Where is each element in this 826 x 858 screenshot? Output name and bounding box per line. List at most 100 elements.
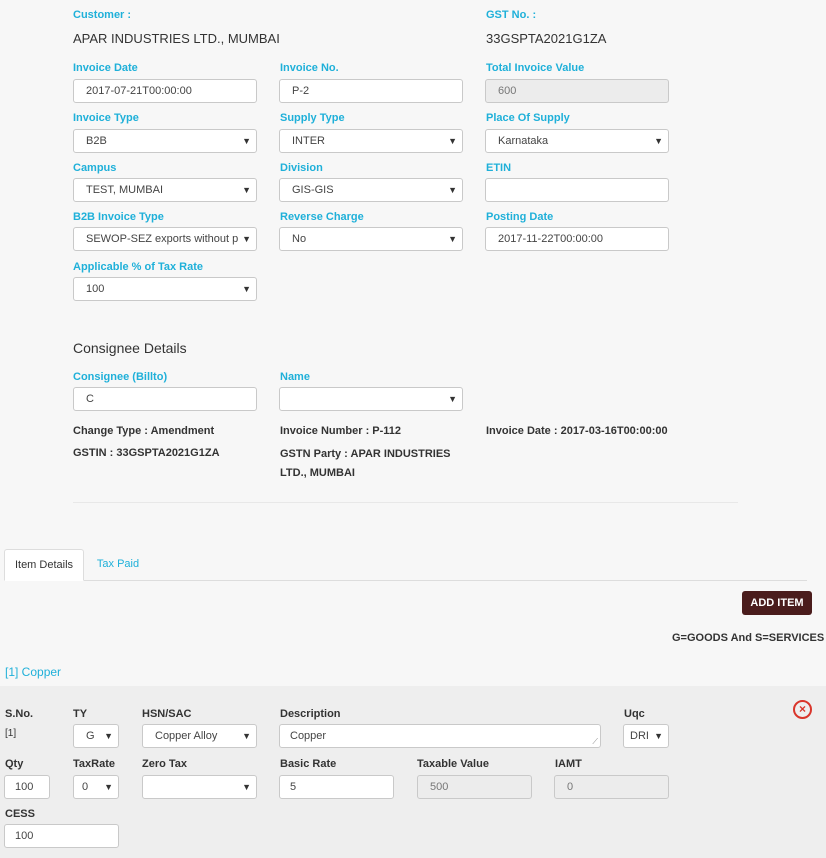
tab-item-details[interactable]: Item Details [4,549,84,581]
hsn-label: HSN/SAC [142,708,192,720]
gst-label: GST No. : [486,9,537,21]
tax-rate-pct-value: 100 [86,283,105,295]
total-invoice-value-input: 600 [485,79,669,103]
caret-down-icon: ▼ [448,394,457,404]
caret-down-icon: ▼ [242,731,251,741]
description-label: Description [280,708,341,720]
gstin-text: GSTIN : 33GSPTA2021G1ZA [73,447,220,459]
cess-label: CESS [5,808,35,820]
division-label: Division [280,162,323,174]
caret-down-icon: ▼ [242,782,251,792]
place-of-supply-value: Karnataka [498,135,549,147]
supply-type-select[interactable]: INTER ▼ [279,129,463,153]
ty-select[interactable]: G ▼ [73,724,119,748]
section-divider [73,502,738,503]
ty-value: G [86,730,95,742]
b2b-invoice-type-label: B2B Invoice Type [73,211,164,223]
remove-item-icon[interactable]: × [793,700,812,719]
caret-down-icon: ▼ [654,136,663,146]
description-textarea[interactable]: Copper ⟋ [279,724,601,748]
division-select[interactable]: GIS-GIS ▼ [279,178,463,202]
taxrate-label: TaxRate [73,758,115,770]
zerotax-label: Zero Tax [142,758,188,770]
taxable-value-input: 500 [417,775,532,799]
campus-value: TEST, MUMBAI [86,184,164,196]
invoice-no-input[interactable]: P-2 [279,79,463,103]
sno-value: [1] [5,728,17,739]
invoice-date-label: Invoice Date [73,62,138,74]
add-item-button[interactable]: ADD ITEM [742,591,812,615]
tax-rate-pct-select[interactable]: 100 ▼ [73,277,257,301]
qty-input[interactable]: 100 [4,775,50,799]
iamt-input: 0 [554,775,669,799]
campus-select[interactable]: TEST, MUMBAI ▼ [73,178,257,202]
item-title[interactable]: [1] Copper [5,665,61,679]
total-invoice-value-label: Total Invoice Value [486,62,585,74]
cess-input[interactable]: 100 [4,824,119,848]
resize-grip-icon[interactable]: ⟋ [592,738,598,746]
ty-label: TY [73,708,88,720]
hsn-value: Copper Alloy [155,730,218,742]
consignee-name-label: Name [280,371,310,383]
gst-value: 33GSPTA2021G1ZA [486,31,607,46]
sno-label: S.No. [5,708,34,720]
invoice-type-label: Invoice Type [73,112,139,124]
supply-type-label: Supply Type [280,112,345,124]
campus-label: Campus [73,162,117,174]
consignee-billto-input[interactable]: C [73,387,257,411]
caret-down-icon: ▼ [242,136,251,146]
goods-services-legend: G=GOODS And S=SERVICES [672,632,825,644]
caret-down-icon: ▼ [242,234,251,244]
invoice-type-select[interactable]: B2B ▼ [73,129,257,153]
change-type-text: Change Type : Amendment [73,425,215,437]
reverse-charge-value: No [292,233,307,245]
hsn-select[interactable]: Copper Alloy ▼ [142,724,257,748]
consignee-billto-label: Consignee (Billto) [73,371,168,383]
gstn-party-text-line1: GSTN Party : APAR INDUSTRIES [280,448,451,460]
description-value: Copper [290,730,327,742]
customer-label: Customer : [73,9,132,21]
caret-down-icon: ▼ [448,234,457,244]
uqc-label: Uqc [624,708,645,720]
consignee-title: Consignee Details [73,340,187,356]
caret-down-icon: ▼ [242,185,251,195]
caret-down-icon: ▼ [104,731,113,741]
invoice-type-value: B2B [86,135,107,147]
place-of-supply-label: Place Of Supply [486,112,570,124]
consignee-invoice-date-text: Invoice Date : 2017-03-16T00:00:00 [486,425,668,437]
invoice-no-label: Invoice No. [280,62,339,74]
invoice-number-text: Invoice Number : P-112 [280,425,402,437]
qty-label: Qty [5,758,24,770]
item-panel [0,686,826,858]
caret-down-icon: ▼ [448,185,457,195]
iamt-label: IAMT [555,758,582,770]
etin-label: ETIN [486,162,512,174]
taxrate-select[interactable]: 0 ▼ [73,775,119,799]
consignee-name-select[interactable]: ▼ [279,387,463,411]
b2b-invoice-type-value: SEWOP-SEZ exports without p [86,233,239,245]
etin-input[interactable] [485,178,669,202]
b2b-invoice-type-select[interactable]: SEWOP-SEZ exports without p ▼ [73,227,257,251]
tax-rate-pct-label: Applicable % of Tax Rate [73,261,203,273]
basicrate-label: Basic Rate [280,758,337,770]
uqc-select[interactable]: DRI ▼ [623,724,669,748]
reverse-charge-select[interactable]: No ▼ [279,227,463,251]
basicrate-input[interactable]: 5 [279,775,394,799]
place-of-supply-select[interactable]: Karnataka ▼ [485,129,669,153]
division-value: GIS-GIS [292,184,334,196]
gstn-party-text-line2: LTD., MUMBAI [280,467,355,479]
taxrate-value: 0 [82,781,89,793]
posting-date-input[interactable]: 2017-11-22T00:00:00 [485,227,669,251]
reverse-charge-label: Reverse Charge [280,211,364,223]
zerotax-select[interactable]: ▼ [142,775,257,799]
customer-value: APAR INDUSTRIES LTD., MUMBAI [73,31,280,46]
invoice-date-input[interactable]: 2017-07-21T00:00:00 [73,79,257,103]
supply-type-value: INTER [292,135,325,147]
caret-down-icon: ▼ [104,782,113,792]
tab-tax-paid[interactable]: Tax Paid [88,549,148,581]
uqc-value: DRI [630,730,649,742]
caret-down-icon: ▼ [448,136,457,146]
caret-down-icon: ▼ [242,284,251,294]
caret-down-icon: ▼ [654,731,663,741]
taxable-value-label: Taxable Value [417,758,489,770]
